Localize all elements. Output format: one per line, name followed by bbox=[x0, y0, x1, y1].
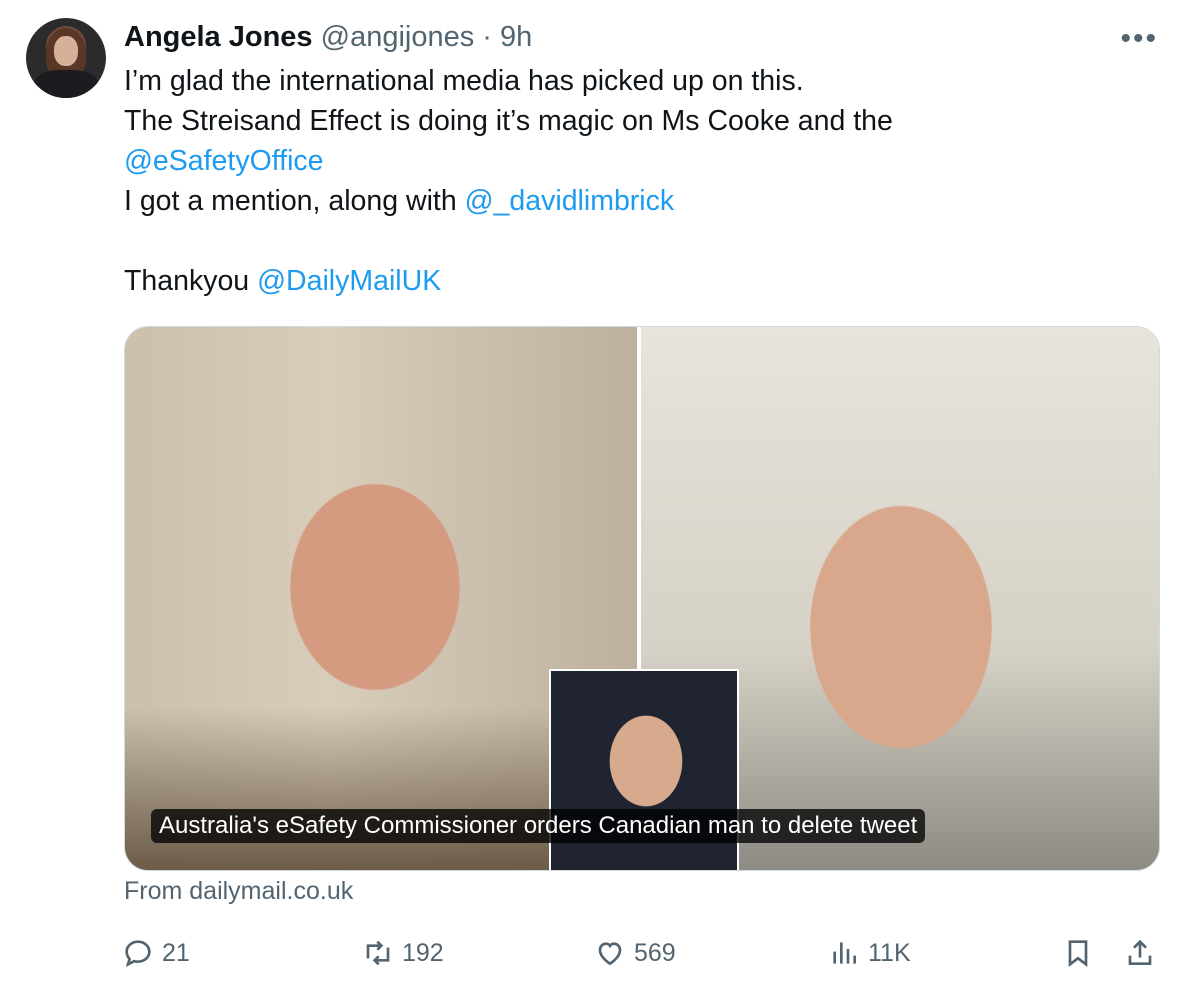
share-icon bbox=[1128, 939, 1152, 965]
views-button[interactable]: 11K bbox=[828, 937, 911, 969]
tweet-line: I got a mention, along with bbox=[124, 185, 465, 217]
author-name[interactable]: Angela Jones bbox=[124, 21, 313, 53]
meta-separator: · bbox=[482, 21, 492, 53]
tweet-line: I’m glad the international media has pic… bbox=[124, 65, 804, 97]
tweet-line: The Streisand Effect is doing it’s magic… bbox=[124, 105, 893, 137]
views-count: 11K bbox=[868, 938, 911, 967]
like-icon bbox=[598, 942, 622, 966]
author-handle[interactable]: @angijones bbox=[321, 21, 475, 53]
reply-count: 21 bbox=[162, 938, 190, 967]
tweet-header: Angela Jones @angijones · 9h bbox=[124, 18, 532, 56]
more-icon[interactable]: ••• bbox=[1120, 22, 1158, 56]
avatar[interactable] bbox=[26, 18, 106, 98]
share-button[interactable] bbox=[1124, 937, 1156, 969]
tweet-text: I’m glad the international media has pic… bbox=[124, 61, 1154, 301]
like-button[interactable]: 569 bbox=[594, 937, 676, 969]
mention-link-dailymailuk[interactable]: @DailyMailUK bbox=[257, 265, 441, 297]
tweet-line: Thankyou bbox=[124, 265, 258, 297]
reply-button[interactable]: 21 bbox=[122, 937, 190, 969]
views-icon bbox=[833, 942, 856, 964]
reply-icon bbox=[125, 940, 151, 967]
card-caption: Australia's eSafety Commissioner orders … bbox=[151, 809, 926, 843]
like-count: 569 bbox=[634, 938, 676, 967]
retweet-icon bbox=[366, 940, 390, 966]
bookmark-icon bbox=[1068, 940, 1088, 967]
card-source[interactable]: From dailymail.co.uk bbox=[124, 877, 353, 906]
mention-link-davidlimbrick[interactable]: @_davidlimbrick bbox=[465, 185, 675, 217]
retweet-button[interactable]: 192 bbox=[362, 937, 444, 969]
bookmark-button[interactable] bbox=[1062, 937, 1094, 969]
mention-link-esafetyoffice[interactable]: @eSafetyOffice bbox=[124, 145, 324, 177]
retweet-count: 192 bbox=[402, 938, 444, 967]
link-card[interactable]: Australia's eSafety Commissioner orders … bbox=[124, 326, 1160, 871]
tweet-time[interactable]: 9h bbox=[500, 21, 532, 53]
